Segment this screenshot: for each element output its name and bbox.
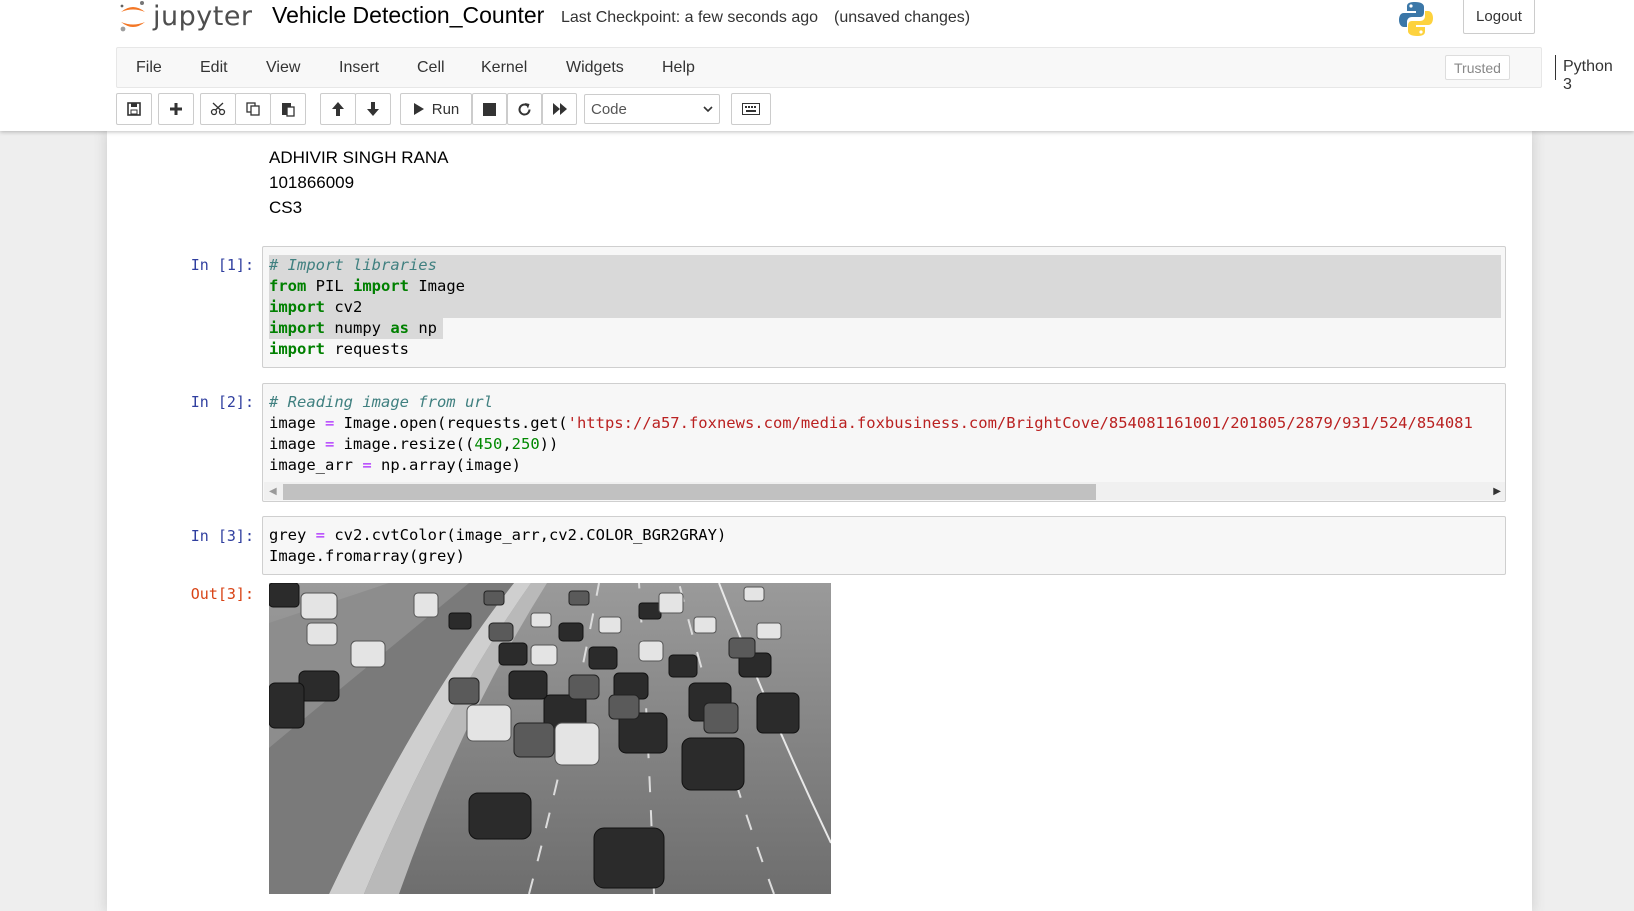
checkpoint-status: Last Checkpoint: a few seconds ago <box>561 9 819 26</box>
markdown-roll-number: 101866009 <box>269 173 355 192</box>
markdown-class: CS3 <box>269 198 303 217</box>
code-line: grey = cv2.cvtColor(image_arr,cv2.COLOR_… <box>269 526 727 544</box>
jupyter-logo[interactable]: jupyter <box>118 0 253 36</box>
scrollbar-thumb[interactable] <box>283 484 1096 500</box>
menu-cell[interactable]: Cell <box>417 59 445 77</box>
command-palette-button[interactable] <box>731 93 771 125</box>
insert-cell-button[interactable] <box>158 93 194 125</box>
copy-button[interactable] <box>235 93 271 125</box>
plus-icon <box>170 103 182 115</box>
paste-icon <box>282 103 295 117</box>
notebook-title[interactable]: Vehicle Detection_Counter <box>272 2 544 29</box>
stop-icon <box>483 102 496 116</box>
cell-type-value: Code <box>591 100 627 118</box>
arrow-down-icon <box>367 102 379 116</box>
code-line: image_arr = np.array(image) <box>269 456 521 474</box>
save-icon <box>127 102 141 116</box>
restart-button[interactable] <box>507 93 542 125</box>
move-down-button[interactable] <box>355 93 391 125</box>
restart-run-all-button[interactable] <box>542 93 577 125</box>
cell-3-out-prompt: Out[3]: <box>190 585 254 603</box>
interrupt-button[interactable] <box>472 93 507 125</box>
jupyter-logo-icon <box>118 0 148 34</box>
kernel-name[interactable]: Python 3 <box>1563 58 1613 94</box>
cell-1-editor[interactable]: # Import libraries from PIL import Image… <box>262 246 1506 368</box>
run-label: Run <box>431 100 460 118</box>
cell-3-editor[interactable]: grey = cv2.cvtColor(image_arr,cv2.COLOR_… <box>262 516 1506 575</box>
cut-icon <box>210 102 226 116</box>
menu-widgets[interactable]: Widgets <box>566 59 624 77</box>
menu-insert[interactable]: Insert <box>339 59 379 77</box>
restart-icon <box>518 102 531 115</box>
save-button[interactable] <box>116 93 152 125</box>
menu-help[interactable]: Help <box>662 59 695 77</box>
horizontal-scrollbar[interactable]: ◀ ▶ <box>264 482 1505 500</box>
scroll-right-icon[interactable]: ▶ <box>1493 486 1501 497</box>
logo-text: jupyter <box>153 0 253 32</box>
code-line: image = Image.open(requests.get('https:/… <box>269 414 1473 432</box>
menu-file[interactable]: File <box>136 59 162 77</box>
menu-kernel[interactable]: Kernel <box>481 59 527 77</box>
header: jupyter Vehicle Detection_Counter Last C… <box>0 0 1634 131</box>
python-logo-icon <box>1397 0 1435 38</box>
code-line: from PIL import Image <box>269 277 465 295</box>
keyboard-icon <box>742 103 760 115</box>
code-line: import requests <box>269 340 409 358</box>
logout-button[interactable]: Logout <box>1463 0 1535 34</box>
paste-button[interactable] <box>270 93 306 125</box>
grayscale-highway-traffic-image <box>269 583 831 894</box>
cell-2-prompt: In [2]: <box>190 393 254 411</box>
move-up-button[interactable] <box>320 93 356 125</box>
markdown-name: ADHIVIR SINGH RANA <box>269 148 449 167</box>
fast-forward-icon <box>552 103 567 115</box>
menu-edit[interactable]: Edit <box>200 59 228 77</box>
code-line: Image.fromarray(grey) <box>269 547 465 565</box>
menubar: File Edit View Insert Cell Kernel Widget… <box>116 47 1613 93</box>
kernel-separator <box>1555 55 1556 80</box>
play-icon <box>413 103 424 115</box>
scroll-left-icon[interactable]: ◀ <box>269 486 277 497</box>
cell-2-editor[interactable]: # Reading image from url image = Image.o… <box>262 383 1506 502</box>
menu-view[interactable]: View <box>266 59 300 77</box>
cell-1-prompt: In [1]: <box>190 256 254 274</box>
run-button[interactable]: Run <box>400 93 472 125</box>
code-line: import numpy as np <box>269 319 437 337</box>
code-line: # Reading image from url <box>269 393 493 411</box>
cut-button[interactable] <box>200 93 236 125</box>
arrow-up-icon <box>332 102 344 116</box>
code-line: image = image.resize((450,250)) <box>269 435 559 453</box>
trusted-badge[interactable]: Trusted <box>1445 55 1510 80</box>
copy-icon <box>246 102 260 116</box>
cell-3-prompt: In [3]: <box>190 527 254 545</box>
code-line: import cv2 <box>269 298 363 316</box>
cell-type-select[interactable]: Code <box>584 94 720 124</box>
code-line: # Import libraries <box>269 256 437 274</box>
autosave-status: (unsaved changes) <box>834 9 971 26</box>
chevron-down-icon <box>703 106 713 113</box>
